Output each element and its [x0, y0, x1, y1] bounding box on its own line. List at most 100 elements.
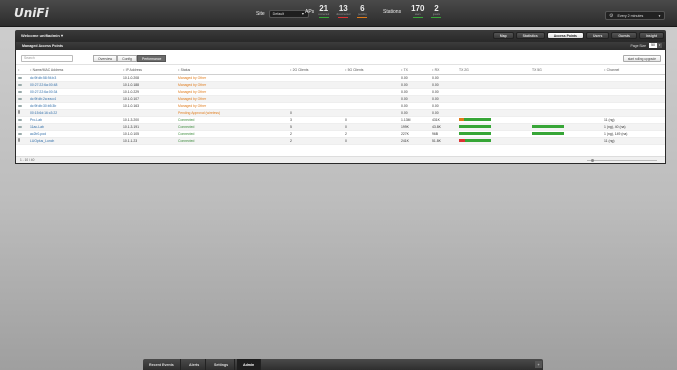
- aps-disconnected-count: 13: [338, 4, 348, 13]
- tx-usage-segment: [459, 118, 464, 121]
- col-tx-2g[interactable]: TX 2G: [457, 67, 530, 75]
- tx-2g-bar-cell: [457, 109, 530, 117]
- table-row[interactable]: LUOplus_Lunch 10.1.1.23 Connected 2 0 241K 51.…: [16, 137, 665, 145]
- col-status[interactable]: ↕ Status: [176, 67, 288, 75]
- main-nav: Map Statistics Access Points Users Guest…: [492, 32, 664, 39]
- device-name[interactable]: 00:27:22:6a:00:48: [28, 81, 121, 89]
- col-channel[interactable]: ↕ Channel: [602, 67, 665, 75]
- ip-address: 10.1.0.229: [121, 88, 176, 96]
- tx-value: 199K: [399, 123, 430, 131]
- col-5g-clients[interactable]: ↕ 5G Clients: [343, 67, 399, 75]
- tx-5g-bar: [532, 132, 564, 135]
- chevron-down-icon[interactable]: ▼: [657, 43, 662, 48]
- expand-icon[interactable]: +: [535, 361, 542, 368]
- search-input[interactable]: Search: [21, 55, 73, 62]
- channel: 1 (ng), 40 (na): [602, 123, 665, 131]
- col-icon[interactable]: ↕: [16, 67, 28, 75]
- top-bar: UniFi Site Default ▼ APs 21 connected 13…: [0, 0, 677, 27]
- tx-value: 0.00: [399, 95, 430, 103]
- col-2g-clients[interactable]: ↕ 2G Clients: [288, 67, 343, 75]
- tx-2g-bar-cell: [457, 116, 530, 124]
- rx-value: 431K: [430, 116, 457, 124]
- table-row[interactable]: 00:27:22:6a:00:34 10.1.0.229 Managed by Ot…: [16, 88, 665, 96]
- view-performance-button[interactable]: Performance: [136, 55, 167, 62]
- table-row[interactable]: dc:9f:db:58:94:b3 10.1.0.208 Managed by Ot…: [16, 74, 665, 82]
- view-overview-button[interactable]: Overview: [93, 55, 118, 62]
- tab-alerts[interactable]: Alerts: [183, 359, 207, 370]
- rx-value: 0.00: [430, 109, 457, 117]
- clients-2g: [288, 74, 343, 82]
- tx-5g-bar-cell: [530, 74, 602, 82]
- aps-disconnected[interactable]: 13 disconnected: [336, 5, 350, 18]
- clients-2g: [288, 95, 343, 103]
- welcome-text: Welcome unifiadmin: [21, 33, 60, 38]
- col-tx[interactable]: ↕ TX: [399, 67, 430, 75]
- col-channel-label: Channel: [606, 68, 620, 73]
- tab-settings[interactable]: Settings: [208, 359, 236, 370]
- col-rx[interactable]: ↕ RX: [430, 67, 457, 75]
- tx-2g-bar-cell: [457, 137, 530, 145]
- tx-2g-bar-cell: [457, 81, 530, 89]
- tab-admin[interactable]: Admin: [237, 359, 262, 370]
- aps-connected[interactable]: 21 connected: [318, 5, 329, 18]
- table-header-row: ↕ ↕ Name/MAC Address ↕ IP Address ↕ Stat…: [16, 67, 665, 75]
- device-name[interactable]: ac2lr0-pod: [28, 130, 121, 138]
- status-text: Connected: [176, 116, 288, 124]
- tab-recent-events[interactable]: Recent Events: [143, 359, 181, 370]
- device-name[interactable]: dc:9f:db:30:b5:3b: [28, 102, 121, 110]
- stations-guests[interactable]: 2 guests: [431, 5, 442, 18]
- col-tx-5g[interactable]: TX 5G: [530, 67, 602, 75]
- col-name[interactable]: ↕ Name/MAC Address: [28, 67, 121, 75]
- ap-icon: [18, 83, 22, 86]
- ap-icon: [18, 97, 22, 100]
- device-icon-cell: [16, 109, 28, 117]
- tx-2g-bar-cell: [457, 130, 530, 138]
- tab-insight[interactable]: Insight: [638, 32, 664, 39]
- tab-map[interactable]: Map: [492, 32, 514, 39]
- page-slider-handle[interactable]: [591, 159, 594, 162]
- ip-address: 10.1.0.105: [121, 130, 176, 138]
- device-name[interactable]: 00:15:6d:16:c3:22: [28, 109, 121, 117]
- stations-users-bar: [412, 17, 423, 18]
- table-row[interactable]: Pro-Lab 10.1.3.200 Connected 3 0 1.13M 431K 11 …: [16, 116, 665, 124]
- table-row[interactable]: 00:15:6d:16:c3:22 Pending Approval (wirel…: [16, 109, 665, 117]
- page-size-value[interactable]: 50: [649, 43, 657, 48]
- rx-value: 51.8K: [430, 137, 457, 145]
- tab-users[interactable]: Users: [585, 32, 610, 39]
- clients-5g: [343, 95, 399, 103]
- page-size-control: Page Size 50 ▼: [631, 43, 662, 48]
- device-name[interactable]: dc:9f:db:2a:ea:c4: [28, 95, 121, 103]
- rolling-upgrade-button[interactable]: start rolling upgrade: [622, 55, 661, 62]
- device-name[interactable]: dc:9f:db:58:94:b3: [28, 74, 121, 82]
- view-config-button[interactable]: Config: [117, 55, 137, 62]
- page-slider[interactable]: [587, 159, 657, 162]
- table-row[interactable]: dc:9f:db:2a:ea:c4 10.1.0.107 Managed by Ot…: [16, 95, 665, 103]
- device-name[interactable]: Pro-Lab: [28, 116, 121, 124]
- box-icon: [18, 138, 20, 142]
- device-name[interactable]: 00:27:22:6a:00:34: [28, 88, 121, 96]
- site-select[interactable]: Default ▼: [268, 9, 309, 18]
- tab-access-points[interactable]: Access Points: [546, 32, 584, 39]
- status-text: Managed by Other: [176, 74, 288, 82]
- table-row[interactable]: 00:27:22:6a:00:48 10.1.0.188 Managed by Ot…: [16, 81, 665, 89]
- device-name[interactable]: 11ac-Lab: [28, 123, 121, 131]
- rx-value: 0.00: [430, 81, 457, 89]
- stations-guests-label: guests: [432, 13, 440, 16]
- clients-2g: 2: [288, 137, 343, 145]
- refresh-interval-select[interactable]: ⚙ Every 2 minutes ▼: [605, 11, 665, 20]
- col-ip[interactable]: ↕ IP Address: [121, 67, 176, 75]
- welcome-menu[interactable]: Welcome unifiadmin ▾: [21, 33, 63, 38]
- view-switcher: Overview Config Performance: [93, 55, 167, 62]
- table-row[interactable]: ac2lr0-pod 10.1.0.105 Connected 2 2 227K 96B 1 …: [16, 130, 665, 138]
- col-name-label: Name/MAC Address: [32, 68, 64, 73]
- tab-guests[interactable]: Guests: [611, 32, 637, 39]
- aps-pending[interactable]: 6 pending: [357, 5, 368, 18]
- clients-5g: [343, 88, 399, 96]
- stations-guests-bar: [431, 17, 442, 18]
- device-name[interactable]: LUOplus_Lunch: [28, 137, 121, 145]
- table-row[interactable]: dc:9f:db:30:b5:3b 10.1.0.163 Managed by Ot…: [16, 102, 665, 110]
- table-row[interactable]: 11ac-Lab 10.1.3.191 Connected 5 0 199K 43.8K 1 …: [16, 123, 665, 131]
- ip-address: 10.1.0.163: [121, 102, 176, 110]
- tab-statistics[interactable]: Statistics: [515, 32, 545, 39]
- stations-users[interactable]: 170 users: [411, 5, 424, 18]
